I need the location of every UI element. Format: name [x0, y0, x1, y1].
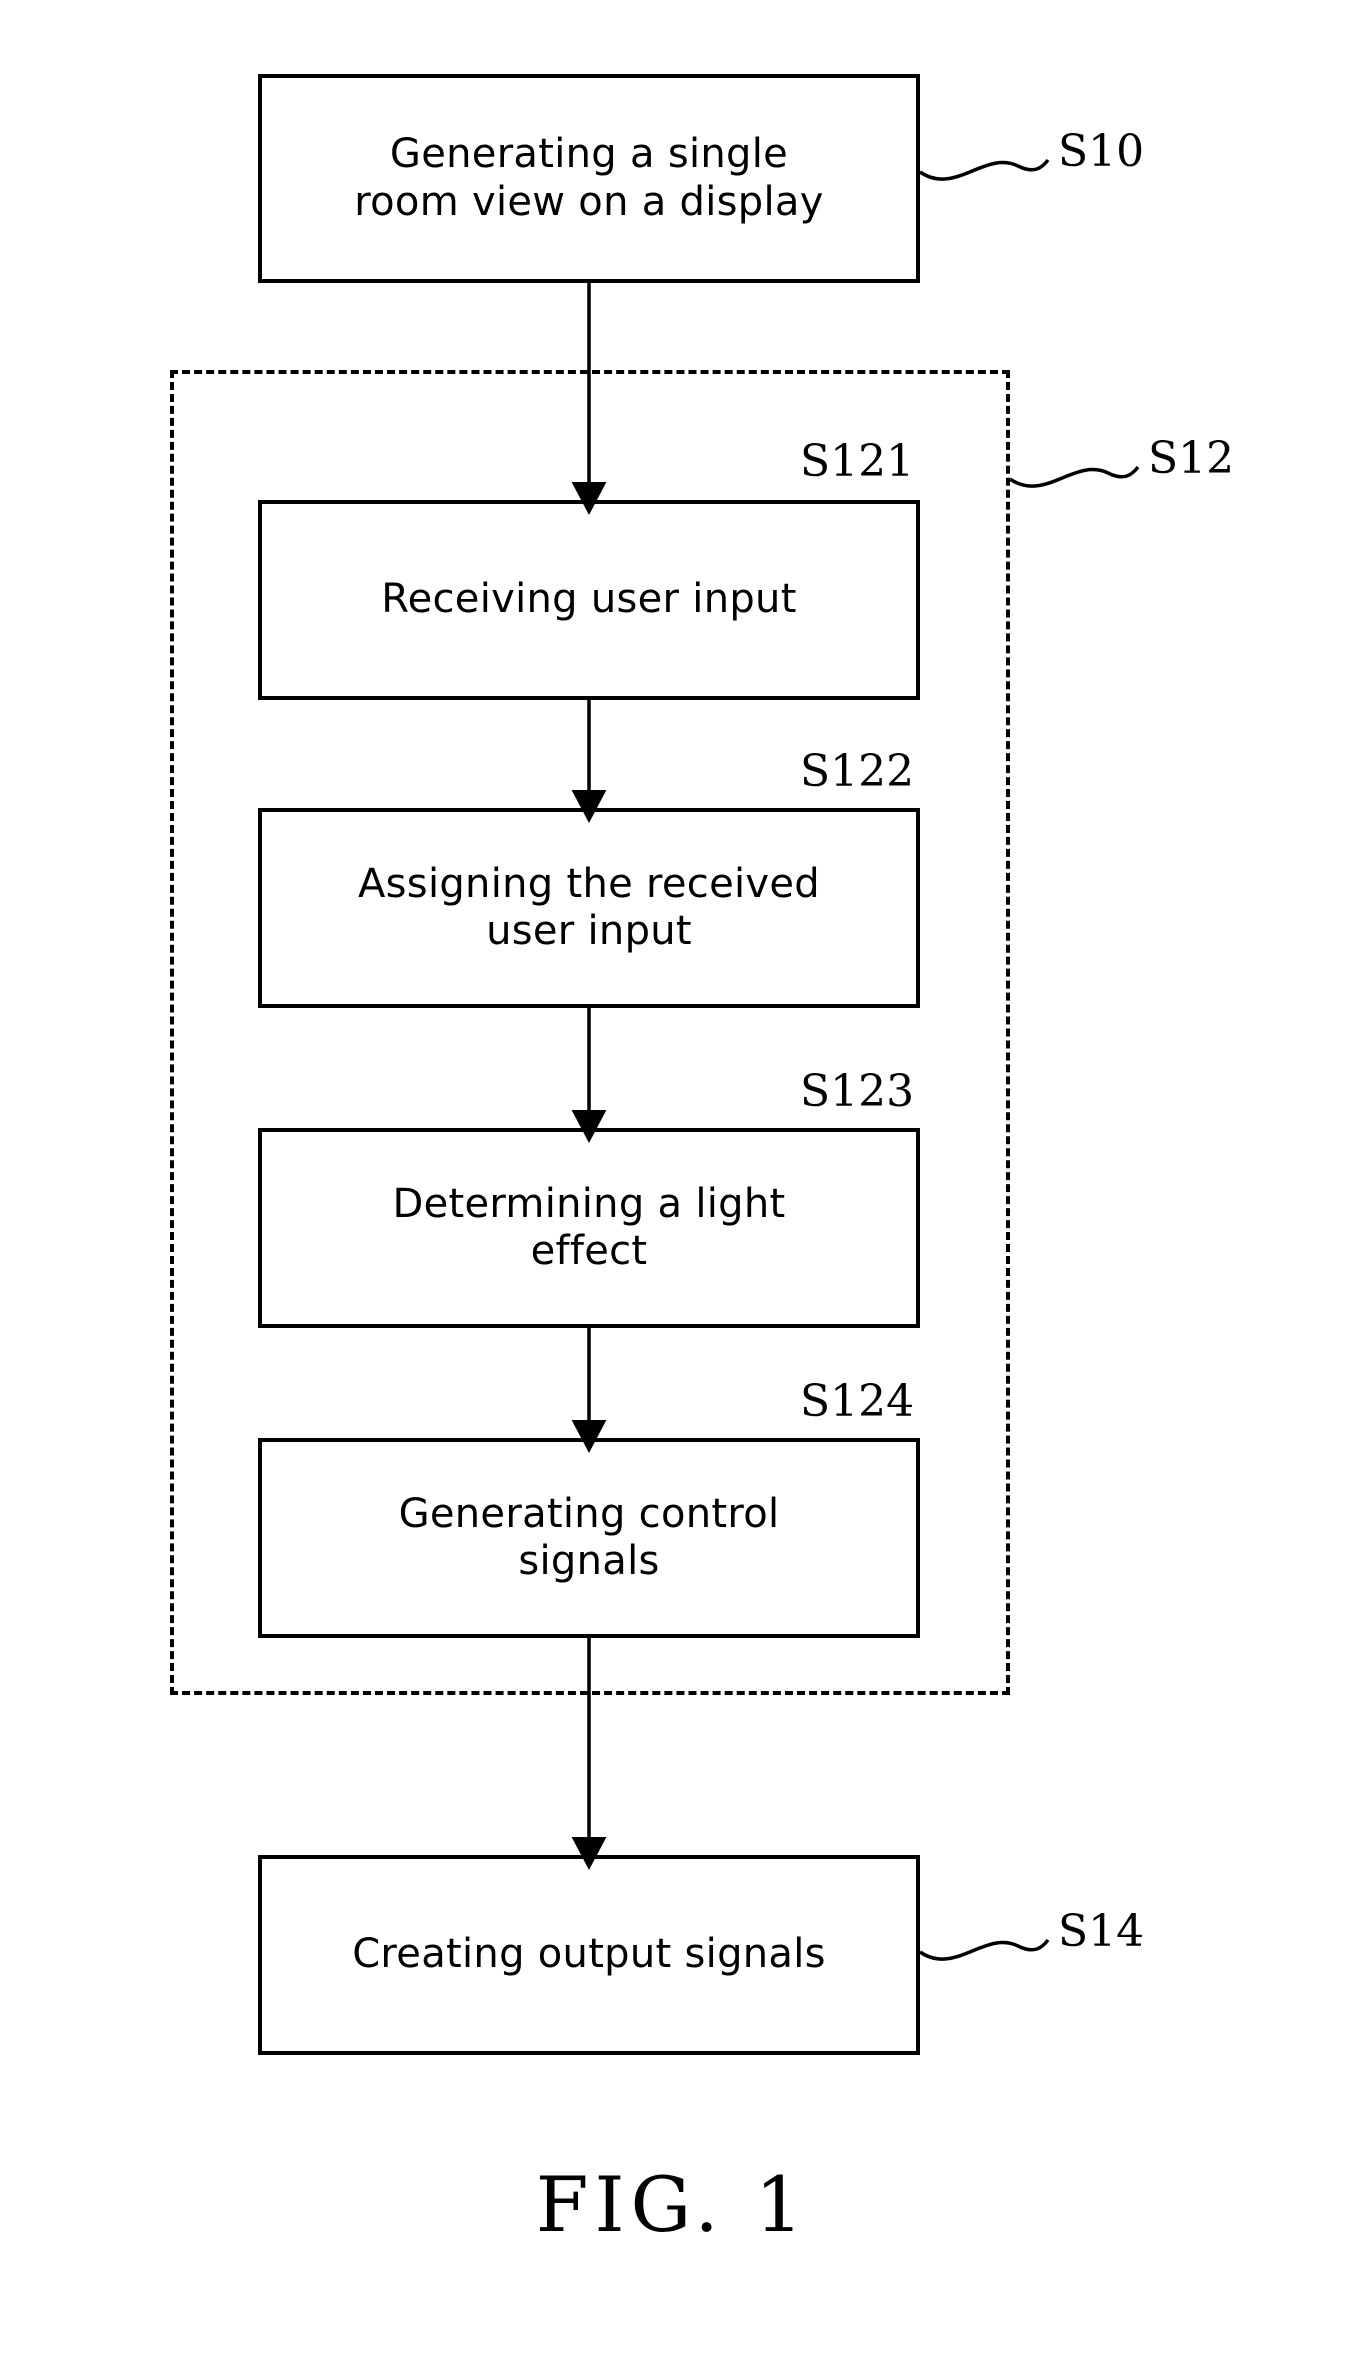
process-label-s14: Creating output signals	[352, 1931, 826, 1978]
process-label-s124: Generating control signals	[398, 1490, 780, 1584]
process-label-s121: Receiving user input	[381, 576, 797, 623]
leader-line-s14	[919, 1938, 1050, 1961]
ref-label-s121: S121	[800, 436, 915, 487]
process-box-s14[interactable]: Creating output signals	[258, 1855, 920, 2055]
process-box-s123[interactable]: Determining a light effect	[258, 1128, 920, 1328]
process-label-s10: Generating a single room view on a displ…	[354, 131, 824, 225]
ref-label-s123: S123	[800, 1066, 915, 1117]
process-label-s123: Determining a light effect	[392, 1180, 786, 1274]
leader-line-s10	[919, 158, 1050, 181]
ref-label-s12: S12	[1148, 433, 1235, 484]
process-box-s10[interactable]: Generating a single room view on a displ…	[258, 74, 920, 283]
process-label-s122: Assigning the received user input	[358, 860, 820, 954]
figure-caption: FIG. 1	[535, 2160, 810, 2249]
process-box-s121[interactable]: Receiving user input	[258, 500, 920, 700]
ref-label-s122: S122	[800, 746, 915, 797]
leader-line-s12	[1009, 465, 1140, 488]
patent-figure: Generating a single room view on a displ…	[0, 0, 1345, 2371]
process-box-s124[interactable]: Generating control signals	[258, 1438, 920, 1638]
process-box-s122[interactable]: Assigning the received user input	[258, 808, 920, 1008]
ref-label-s10: S10	[1058, 126, 1145, 177]
ref-label-s124: S124	[800, 1376, 915, 1427]
ref-label-s14: S14	[1058, 1906, 1145, 1957]
